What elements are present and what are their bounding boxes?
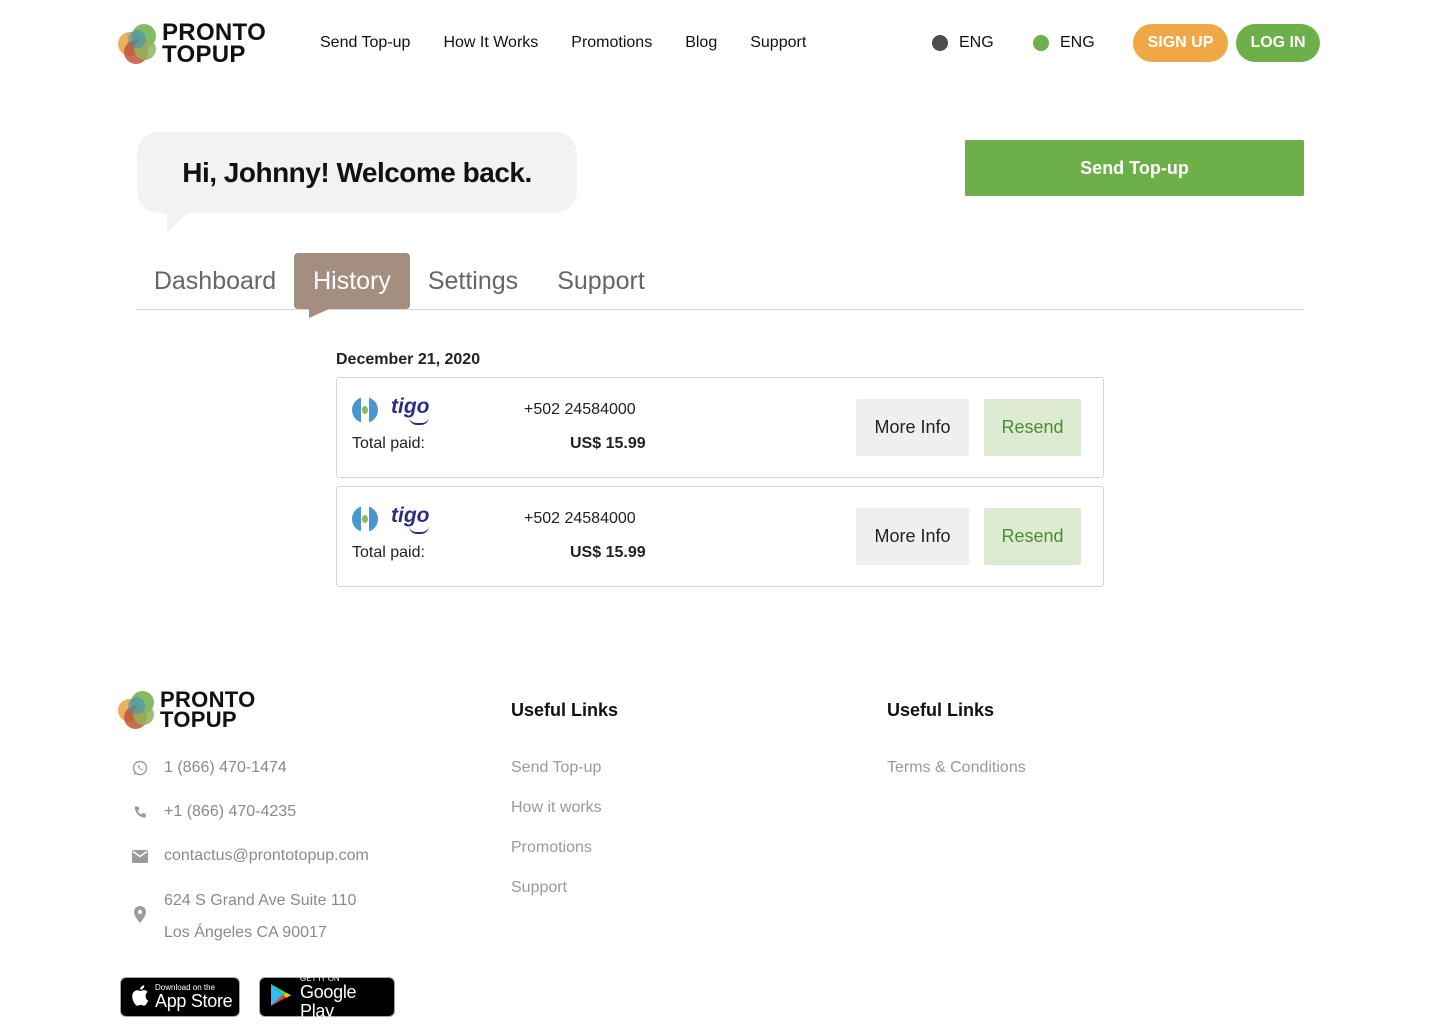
site-header: PRONTO TOPUP Send Top-up How It Works Pr… <box>0 0 1440 86</box>
language-selector-1[interactable]: ENG <box>932 31 994 55</box>
language-dot-icon <box>932 35 948 51</box>
tab-support[interactable]: Support <box>536 253 666 309</box>
address-line1: 624 S Grand Ave Suite 110 <box>164 892 357 909</box>
log-in-button[interactable]: LOG IN <box>1236 24 1320 62</box>
phone-number: +502 24584000 <box>524 510 636 527</box>
nav-support[interactable]: Support <box>750 31 806 55</box>
main-nav: Send Top-up How It Works Promotions Blog… <box>320 31 839 55</box>
logo-text-line2: TOPUP <box>162 40 246 68</box>
resend-button[interactable]: Resend <box>984 508 1081 565</box>
more-info-button[interactable]: More Info <box>856 508 969 565</box>
total-paid-amount: US$ 15.99 <box>570 435 646 452</box>
welcome-bubble-tail <box>167 210 191 232</box>
total-paid-label: Total paid: <box>352 435 425 452</box>
mail-icon <box>130 849 150 863</box>
language-label: ENG <box>959 34 994 51</box>
footer-link-how-it-works[interactable]: How it works <box>511 799 602 817</box>
contact-email[interactable]: contactus@prontotopup.com <box>130 847 369 865</box>
phone-icon <box>130 805 150 820</box>
contact-phone[interactable]: +1 (866) 470-4235 <box>130 803 296 821</box>
language-label: ENG <box>1060 34 1095 51</box>
total-paid-label: Total paid: <box>352 544 425 561</box>
history-date: December 21, 2020 <box>336 351 481 368</box>
footer-column1-title: Useful Links <box>511 700 619 720</box>
operator-logo: tigo <box>391 504 430 534</box>
contact-whatsapp-text: 1 (866) 470-1474 <box>164 759 287 776</box>
app-store-big-text: App Store <box>155 991 233 1011</box>
language-dot-icon <box>1033 35 1049 51</box>
logo-text-line2: TOPUP <box>160 706 237 732</box>
footer-link-send-topup[interactable]: Send Top-up <box>511 759 601 777</box>
location-pin-icon <box>130 906 150 923</box>
history-item: tigo +502 24584000 Total paid: US$ 15.99… <box>336 486 1104 587</box>
nav-blog[interactable]: Blog <box>685 31 717 55</box>
logo-icon <box>118 23 158 64</box>
google-play-icon <box>270 983 292 1012</box>
tab-settings[interactable]: Settings <box>410 253 536 309</box>
footer-link-support[interactable]: Support <box>511 879 567 897</box>
contact-address-pin <box>130 906 164 923</box>
footer-link-terms[interactable]: Terms & Conditions <box>887 759 1026 777</box>
guatemala-flag-icon <box>352 506 378 532</box>
welcome-bubble: Hi, Johnny! Welcome back. <box>137 132 577 213</box>
send-topup-button[interactable]: Send Top-up <box>965 140 1304 196</box>
footer-link-promotions[interactable]: Promotions <box>511 839 592 857</box>
phone-number: +502 24584000 <box>524 401 636 418</box>
tab-dashboard[interactable]: Dashboard <box>136 253 294 309</box>
contact-email-text: contactus@prontotopup.com <box>164 847 369 864</box>
total-paid-amount: US$ 15.99 <box>570 544 646 561</box>
contact-whatsapp[interactable]: 1 (866) 470-1474 <box>130 759 287 777</box>
logo[interactable]: PRONTO TOPUP <box>118 21 266 68</box>
address-line2: Los Ángeles CA 90017 <box>164 924 327 941</box>
footer-column2-title: Useful Links <box>887 700 995 720</box>
google-play-badge[interactable]: GET IT ON Google Play <box>259 974 395 1020</box>
whatsapp-icon <box>130 760 150 776</box>
contact-phone-text: +1 (866) 470-4235 <box>164 803 297 820</box>
account-tabs: Dashboard History Settings Support <box>136 253 1304 318</box>
tab-active-pointer <box>309 309 329 318</box>
apple-icon <box>131 984 149 1011</box>
guatemala-flag-icon <box>352 397 378 423</box>
tab-history[interactable]: History <box>294 253 410 309</box>
footer-logo[interactable]: PRONTO TOPUP <box>118 689 256 732</box>
history-item: tigo +502 24584000 Total paid: US$ 15.99… <box>336 377 1104 478</box>
operator-logo: tigo <box>391 395 430 425</box>
welcome-greeting: Hi, Johnny! Welcome back. <box>182 156 532 188</box>
nav-promotions[interactable]: Promotions <box>571 31 652 55</box>
google-play-big-text: Google Play <box>300 981 357 1021</box>
app-store-badge[interactable]: Download on the App Store <box>120 977 240 1017</box>
nav-how-it-works[interactable]: How It Works <box>443 31 538 55</box>
language-selector-2[interactable]: ENG <box>1033 31 1095 55</box>
contact-address: 624 S Grand Ave Suite 110 Los Ángeles CA… <box>164 885 356 949</box>
resend-button[interactable]: Resend <box>984 399 1081 456</box>
nav-send-topup[interactable]: Send Top-up <box>320 31 410 55</box>
sign-up-button[interactable]: SIGN UP <box>1133 24 1228 62</box>
logo-icon <box>118 690 156 729</box>
more-info-button[interactable]: More Info <box>856 399 969 456</box>
